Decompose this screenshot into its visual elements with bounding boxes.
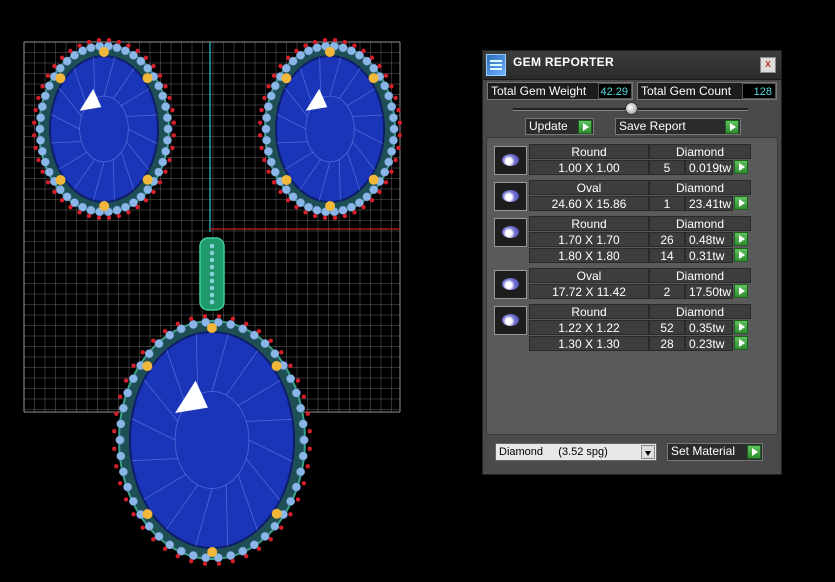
gem-thumbnail-icon[interactable]	[494, 146, 527, 175]
earring-left-gem	[49, 55, 159, 203]
gem-thumbnail-icon[interactable]	[494, 182, 527, 211]
gem-shape-header: Round	[529, 216, 649, 231]
gem-report-list: Round Diamond 1.00 X 1.00 5 0.019tw Oval Diamo…	[486, 137, 778, 435]
gem-thumbnail-icon[interactable]	[494, 218, 527, 247]
set-material-button-label: Set Material	[671, 444, 736, 458]
gem-size-cell: 1.22 X 1.22	[529, 320, 649, 335]
gem-material-header: Diamond	[649, 144, 751, 159]
gem-weight-cell: 17.50tw	[685, 284, 733, 299]
gem-size-cell: 1.00 X 1.00	[529, 160, 649, 175]
gem-thumbnail-icon[interactable]	[494, 270, 527, 299]
save-report-button[interactable]: Save Report	[615, 118, 741, 135]
play-arrow-icon	[725, 120, 739, 134]
material-select[interactable]: Diamond (3.52 spg)	[495, 443, 657, 461]
gem-weight-cell: 0.48tw	[685, 232, 733, 247]
gem-weight-cell: 0.31tw	[685, 248, 733, 263]
select-gems-arrow-icon[interactable]	[734, 284, 748, 298]
gem-weight-cell: 0.35tw	[685, 320, 733, 335]
select-gems-arrow-icon[interactable]	[734, 248, 748, 262]
set-material-button[interactable]: Set Material	[667, 443, 763, 461]
save-report-button-label: Save Report	[619, 119, 686, 133]
panel-title: GEM REPORTER	[513, 55, 614, 69]
title-bar[interactable]: GEM REPORTER x	[483, 51, 781, 80]
gem-count-cell: 14	[649, 248, 685, 263]
gem-shape-header: Round	[529, 304, 649, 319]
gem-count-cell: 5	[649, 160, 685, 175]
gem-material-header: Diamond	[649, 216, 751, 231]
gem-count-cell: 26	[649, 232, 685, 247]
gem-size-cell: 1.70 X 1.70	[529, 232, 649, 247]
gem-count-cell: 1	[649, 196, 685, 211]
select-gems-arrow-icon[interactable]	[734, 160, 748, 174]
play-arrow-icon	[747, 445, 761, 459]
gem-material-header: Diamond	[649, 268, 751, 283]
gem-shape-header: Oval	[529, 180, 649, 195]
gem-size-cell: 24.60 X 15.86	[529, 196, 649, 211]
gem-size-cell: 1.80 X 1.80	[529, 248, 649, 263]
select-gems-arrow-icon[interactable]	[734, 232, 748, 246]
update-button[interactable]: Update	[525, 118, 594, 135]
earring-right-gem	[275, 55, 385, 203]
select-gems-arrow-icon[interactable]	[734, 336, 748, 350]
total-gem-weight-value: 42.29	[598, 83, 632, 99]
gem-thumbnail-icon[interactable]	[494, 306, 527, 335]
close-button[interactable]: x	[760, 57, 776, 73]
size-slider-knob[interactable]	[625, 102, 638, 115]
gem-weight-cell: 0.23tw	[685, 336, 733, 351]
gem-size-cell: 1.30 X 1.30	[529, 336, 649, 351]
select-gems-arrow-icon[interactable]	[734, 196, 748, 210]
gem-count-cell: 52	[649, 320, 685, 335]
gem-size-cell: 17.72 X 11.42	[529, 284, 649, 299]
gem-shape-header: Oval	[529, 268, 649, 283]
select-gems-arrow-icon[interactable]	[734, 320, 748, 334]
gem-weight-cell: 0.019tw	[685, 160, 733, 175]
material-select-value: Diamond (3.52 spg)	[499, 446, 608, 458]
gem-reporter-panel: GEM REPORTER x Total Gem Weight 42.29 To…	[482, 50, 782, 475]
update-button-label: Update	[529, 119, 568, 133]
gem-shape-header: Round	[529, 144, 649, 159]
gem-material-header: Diamond	[649, 304, 751, 319]
pendant-center-gem	[129, 331, 295, 549]
gem-weight-cell: 23.41tw	[685, 196, 733, 211]
gem-material-header: Diamond	[649, 180, 751, 195]
play-arrow-icon	[578, 120, 592, 134]
chevron-down-icon[interactable]	[641, 445, 655, 459]
total-gem-count-value: 128	[742, 83, 776, 99]
gem-reporter-app-icon	[486, 54, 506, 76]
gem-count-cell: 28	[649, 336, 685, 351]
gem-count-cell: 2	[649, 284, 685, 299]
